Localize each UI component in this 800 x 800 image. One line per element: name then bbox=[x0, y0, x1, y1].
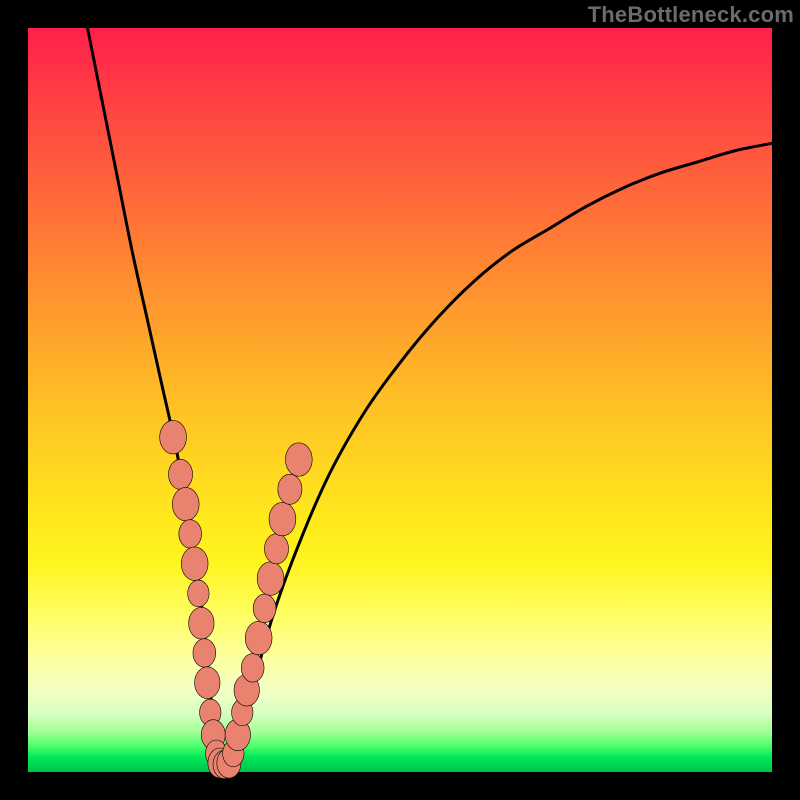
bead bbox=[195, 667, 220, 699]
bottleneck-curve bbox=[88, 28, 772, 768]
bead bbox=[278, 474, 302, 504]
bead bbox=[285, 443, 312, 476]
bead bbox=[179, 520, 202, 548]
curve-svg bbox=[28, 28, 772, 772]
highlight-beads bbox=[160, 420, 313, 778]
bead bbox=[181, 547, 208, 580]
plot-area bbox=[28, 28, 772, 772]
chart-frame: TheBottleneck.com bbox=[0, 0, 800, 800]
bead bbox=[245, 621, 272, 654]
bead bbox=[172, 487, 199, 520]
bead bbox=[269, 502, 296, 535]
bead bbox=[189, 607, 214, 639]
watermark-text: TheBottleneck.com bbox=[588, 2, 794, 28]
bead bbox=[160, 420, 187, 453]
bead bbox=[253, 594, 276, 622]
bead bbox=[188, 580, 209, 607]
bead bbox=[193, 639, 216, 667]
bead bbox=[241, 654, 264, 682]
bead bbox=[168, 459, 192, 489]
bead bbox=[264, 534, 288, 564]
bead bbox=[257, 562, 284, 595]
